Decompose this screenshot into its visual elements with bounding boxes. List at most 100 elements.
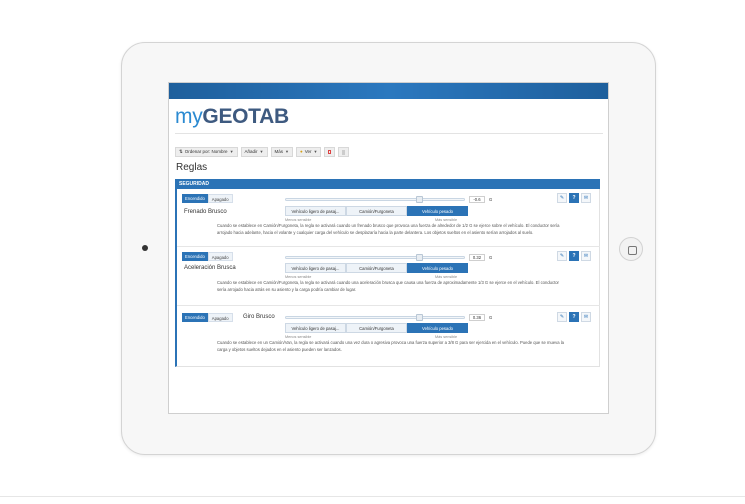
more-label: Más bbox=[274, 149, 284, 154]
vehicle-heavy[interactable]: Vehículo pesado bbox=[407, 263, 468, 273]
edit-button[interactable]: ✎ bbox=[557, 251, 567, 261]
chevron-down-icon: ▼ bbox=[285, 149, 289, 154]
sort-label: Ordenar por: Nombre bbox=[184, 149, 228, 154]
notify-button[interactable]: ✉ bbox=[581, 312, 591, 322]
camera-icon bbox=[142, 245, 148, 251]
vehicle-heavy[interactable]: Vehículo pesado bbox=[407, 323, 468, 333]
vehicle-light[interactable]: Vehículo ligero de pasaj... bbox=[285, 323, 346, 333]
notify-button[interactable]: ✉ bbox=[581, 251, 591, 261]
more-sensitive-label: Más sensible bbox=[435, 275, 458, 279]
toggle-on[interactable]: Encendido bbox=[182, 194, 208, 203]
question-icon: ? bbox=[572, 314, 576, 320]
print-icon bbox=[342, 149, 346, 155]
vehicle-type-selector: Vehículo ligero de pasaj... Camión/Furgo… bbox=[285, 323, 468, 333]
rule-description: Cuando se establece en Camión/Furgoneta,… bbox=[217, 223, 560, 235]
rule-name[interactable]: Frenado Brusco bbox=[184, 209, 227, 215]
envelope-icon: ✉ bbox=[583, 314, 589, 320]
sensitivity-slider[interactable] bbox=[285, 314, 465, 321]
chevron-down-icon: ▼ bbox=[259, 149, 264, 154]
pencil-icon: ✎ bbox=[559, 195, 565, 201]
sort-button[interactable]: ⇅ Ordenar por: Nombre ▼ bbox=[175, 147, 238, 157]
threshold-value[interactable]: 0.32 bbox=[469, 254, 485, 261]
threshold-unit: G bbox=[489, 315, 493, 320]
vehicle-type-selector: Vehículo ligero de pasaj... Camión/Furgo… bbox=[285, 263, 468, 273]
mygeotab-logo[interactable]: myGEOTAB bbox=[175, 105, 289, 129]
more-sensitive-label: Más sensible bbox=[435, 218, 458, 222]
rule-actions: ✎ ? ✉ bbox=[557, 251, 591, 261]
envelope-icon: ✉ bbox=[583, 253, 589, 259]
toggle-off[interactable]: Apagado bbox=[207, 194, 233, 203]
home-button-icon[interactable] bbox=[619, 237, 643, 261]
pencil-icon: ✎ bbox=[559, 314, 565, 320]
edit-button[interactable]: ✎ bbox=[557, 312, 567, 322]
rule-row: Encendido Apagado Aceleración Brusca 0.3… bbox=[177, 248, 600, 306]
add-button[interactable]: Añadir ▼ bbox=[240, 147, 268, 157]
page-divider bbox=[0, 496, 745, 497]
header-divider bbox=[175, 133, 603, 134]
threshold-unit: G bbox=[489, 197, 493, 202]
top-bar bbox=[169, 83, 608, 99]
question-icon: ? bbox=[572, 253, 576, 259]
rule-toggle[interactable]: Encendido Apagado bbox=[182, 252, 233, 261]
threshold-value[interactable]: 0.36 bbox=[469, 314, 485, 321]
rule-toggle[interactable]: Encendido Apagado bbox=[182, 313, 233, 322]
less-sensitive-label: Menos sensible bbox=[285, 335, 312, 339]
question-icon: ? bbox=[572, 195, 576, 201]
rule-row: Encendido Apagado Frenado Brusco -0.6 G … bbox=[177, 189, 600, 247]
toolbar: ⇅ Ordenar por: Nombre ▼ Añadir ▼ Más ▼ ●… bbox=[175, 147, 350, 157]
rule-toggle[interactable]: Encendido Apagado bbox=[182, 194, 233, 203]
logo-geotab: GEOTAB bbox=[202, 105, 289, 128]
toggle-off[interactable]: Apagado bbox=[207, 313, 233, 322]
email-button[interactable] bbox=[324, 147, 336, 157]
rule-actions: ✎ ? ✉ bbox=[557, 312, 591, 322]
notify-button[interactable]: ✉ bbox=[581, 193, 591, 203]
slider-handle[interactable] bbox=[416, 254, 423, 261]
more-button[interactable]: Más ▼ bbox=[270, 147, 293, 157]
vehicle-truck[interactable]: Camión/Furgoneta bbox=[346, 323, 407, 333]
rule-row: Encendido Apagado Giro Brusco 0.36 G Veh… bbox=[177, 307, 600, 365]
sensitivity-slider[interactable] bbox=[285, 196, 465, 203]
envelope-icon: ✉ bbox=[583, 195, 589, 201]
view-button[interactable]: ● Ver ▼ bbox=[296, 147, 322, 157]
rule-name[interactable]: Giro Brusco bbox=[243, 314, 275, 320]
view-label: Ver bbox=[304, 149, 312, 154]
less-sensitive-label: Menos sensible bbox=[285, 275, 312, 279]
rule-description: Cuando se establece en Camión/Furgoneta,… bbox=[217, 280, 559, 292]
logo-my: my bbox=[175, 105, 203, 128]
rule-description: Cuando se establece en un Camión/Van, la… bbox=[217, 340, 565, 352]
slider-handle[interactable] bbox=[416, 196, 423, 203]
rules-list: Encendido Apagado Frenado Brusco -0.6 G … bbox=[175, 189, 600, 367]
rule-actions: ✎ ? ✉ bbox=[557, 193, 591, 203]
chevron-down-icon: ▼ bbox=[313, 149, 318, 154]
tablet-screen: myGEOTAB ⇅ Ordenar por: Nombre ▼ Añadir … bbox=[168, 82, 609, 414]
toggle-off[interactable]: Apagado bbox=[207, 252, 233, 261]
edit-button[interactable]: ✎ bbox=[557, 193, 567, 203]
add-label: Añadir bbox=[244, 149, 258, 154]
toggle-on[interactable]: Encendido bbox=[182, 313, 208, 322]
email-icon bbox=[328, 150, 332, 154]
vehicle-light[interactable]: Vehículo ligero de pasaj... bbox=[285, 206, 346, 216]
print-button[interactable] bbox=[338, 147, 350, 157]
threshold-unit: G bbox=[489, 255, 493, 260]
page-title: Reglas bbox=[176, 162, 208, 173]
threshold-value[interactable]: -0.6 bbox=[469, 196, 485, 203]
sort-icon: ⇅ bbox=[179, 149, 183, 154]
section-header: SEGURIDAD bbox=[175, 179, 600, 189]
more-sensitive-label: Más sensible bbox=[435, 335, 458, 339]
vehicle-light[interactable]: Vehículo ligero de pasaj... bbox=[285, 263, 346, 273]
chevron-down-icon: ▼ bbox=[229, 149, 234, 154]
pencil-icon: ✎ bbox=[559, 253, 565, 259]
vehicle-truck[interactable]: Camión/Furgoneta bbox=[346, 206, 407, 216]
help-button[interactable]: ? bbox=[569, 251, 579, 261]
less-sensitive-label: Menos sensible bbox=[285, 218, 312, 222]
help-button[interactable]: ? bbox=[569, 312, 579, 322]
toggle-on[interactable]: Encendido bbox=[182, 252, 208, 261]
vehicle-heavy[interactable]: Vehículo pesado bbox=[407, 206, 468, 216]
view-icon: ● bbox=[300, 149, 303, 154]
sensitivity-slider[interactable] bbox=[285, 254, 465, 261]
rule-name[interactable]: Aceleración Brusca bbox=[184, 265, 236, 271]
help-button[interactable]: ? bbox=[569, 193, 579, 203]
slider-handle[interactable] bbox=[416, 314, 423, 321]
vehicle-type-selector: Vehículo ligero de pasaj... Camión/Furgo… bbox=[285, 206, 468, 216]
vehicle-truck[interactable]: Camión/Furgoneta bbox=[346, 263, 407, 273]
